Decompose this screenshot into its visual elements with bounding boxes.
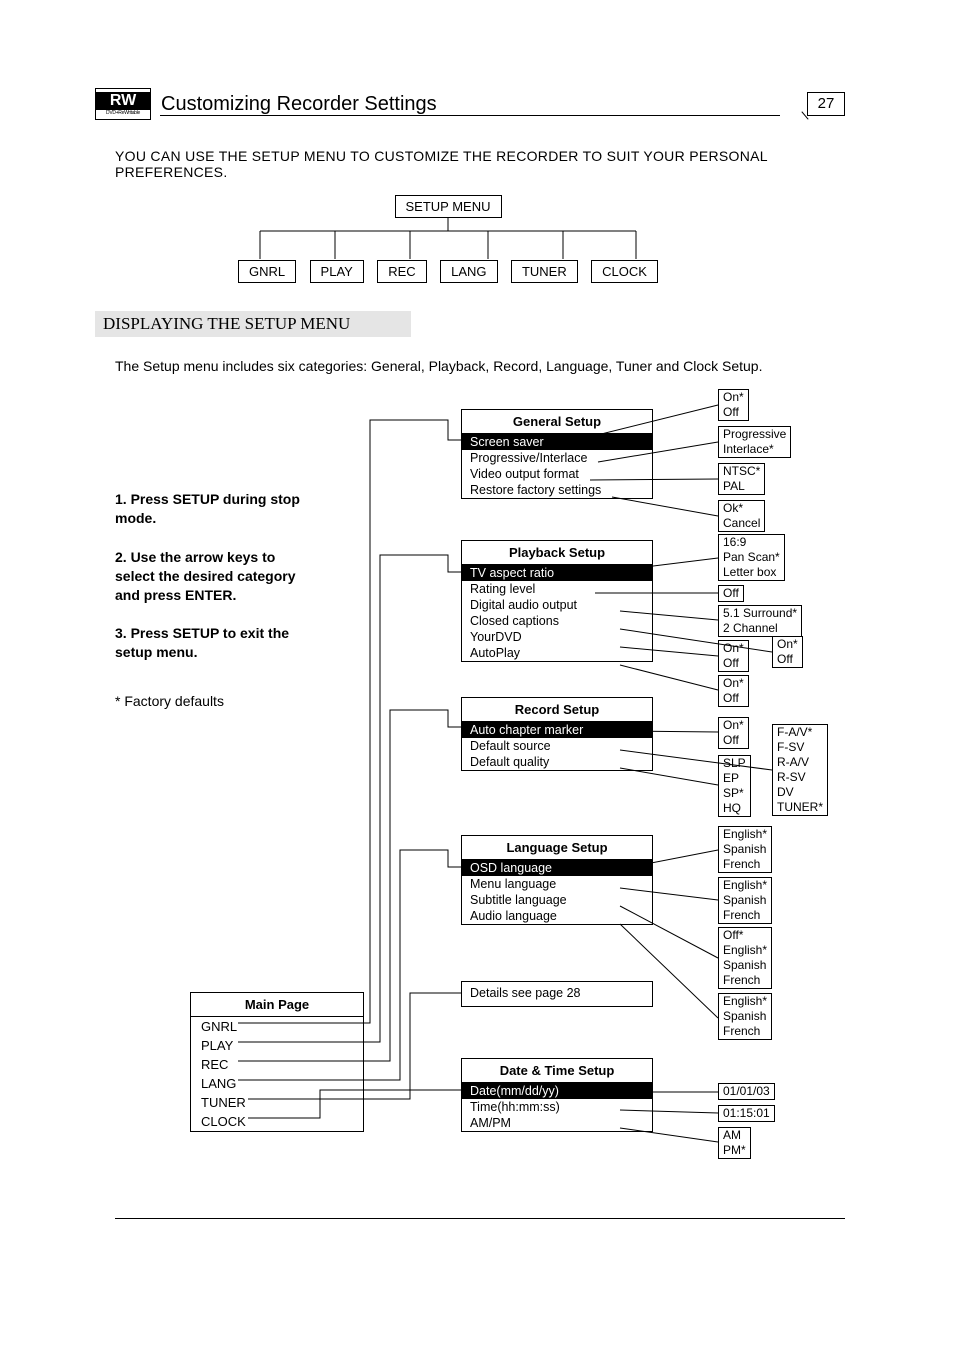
opt-digital-audio: 5.1 Surround*2 Channel: [718, 605, 802, 637]
opt-prog-inter: ProgressiveInterlace*: [718, 426, 791, 458]
step-1: 1. Press SETUP during stop mode.: [115, 490, 305, 528]
opt-audio-lang: English*SpanishFrench: [718, 993, 772, 1040]
tree-leaf-lang: LANG: [440, 260, 497, 283]
opt-time: 01:15:01: [718, 1105, 775, 1122]
opt-default-source: F-A/V*F-SV R-A/VR-SV DVTUNER*: [772, 724, 828, 816]
general-setup-title: General Setup: [462, 410, 652, 434]
section-paragraph: The Setup menu includes six categories: …: [115, 358, 763, 374]
page-number: 27: [807, 92, 845, 116]
intro-text: YOU CAN USE THE SETUP MENU TO CUSTOMIZE …: [115, 148, 795, 180]
opt-subtitle-lang: Off*English* SpanishFrench: [718, 927, 772, 989]
record-setup-box: Record Setup Auto chapter marker Default…: [461, 697, 653, 771]
main-item-lang: LANG: [191, 1074, 363, 1093]
main-item-rec: REC: [191, 1055, 363, 1074]
tree-leaf-gnrl: GNRL: [238, 260, 296, 283]
main-item-play: PLAY: [191, 1036, 363, 1055]
playback-digital-audio: Digital audio output: [462, 597, 652, 613]
language-osd: OSD language: [462, 860, 652, 876]
main-item-gnrl: GNRL: [191, 1017, 363, 1036]
language-setup-title: Language Setup: [462, 836, 652, 860]
main-item-clock: CLOCK: [191, 1112, 363, 1131]
opt-autoplay: On*Off: [718, 675, 749, 707]
clock-ampm: AM/PM: [462, 1115, 652, 1131]
factory-defaults-note: * Factory defaults: [115, 692, 305, 711]
footer-rule: [115, 1218, 845, 1219]
clock-setup-box: Date & Time Setup Date(mm/dd/yy) Time(hh…: [461, 1058, 653, 1132]
setup-menu-tree: SETUP MENU GNRL PLAY REC LANG TUNER CLOC…: [238, 195, 658, 283]
record-auto-chapter: Auto chapter marker: [462, 722, 652, 738]
playback-yourdvd: YourDVD: [462, 629, 652, 645]
main-item-tuner: TUNER: [191, 1093, 363, 1112]
language-menu: Menu language: [462, 876, 652, 892]
opt-closed-captions: On*Off: [772, 636, 803, 668]
opt-osd-lang: English*SpanishFrench: [718, 826, 772, 873]
playback-setup-box: Playback Setup TV aspect ratio Rating le…: [461, 540, 653, 662]
record-default-quality: Default quality: [462, 754, 652, 770]
language-setup-box: Language Setup OSD language Menu languag…: [461, 835, 653, 925]
playback-tv-aspect: TV aspect ratio: [462, 565, 652, 581]
opt-date: 01/01/03: [718, 1083, 775, 1100]
record-setup-title: Record Setup: [462, 698, 652, 722]
general-restore: Restore factory settings: [462, 482, 652, 498]
tree-leaf-play: PLAY: [310, 260, 364, 283]
opt-menu-lang: English*SpanishFrench: [718, 877, 772, 924]
opt-auto-chapter: On*Off: [718, 717, 749, 749]
tree-leaf-rec: REC: [377, 260, 426, 283]
general-setup-box: General Setup Screen saver Progressive/I…: [461, 409, 653, 499]
playback-closed-captions: Closed captions: [462, 613, 652, 629]
step-2: 2. Use the arrow keys to select the desi…: [115, 548, 305, 605]
clock-date: Date(mm/dd/yy): [462, 1083, 652, 1099]
opt-screen-saver: On*Off: [718, 389, 749, 421]
playback-autoplay: AutoPlay: [462, 645, 652, 661]
badge-small: DVD+ReWritable: [106, 110, 140, 116]
main-page-title: Main Page: [191, 993, 363, 1017]
language-subtitle: Subtitle language: [462, 892, 652, 908]
opt-ampm: AMPM*: [718, 1127, 751, 1159]
badge-big: RW: [96, 92, 150, 110]
step-3: 3. Press SETUP to exit the setup menu.: [115, 624, 305, 662]
main-page-box: Main Page GNRL PLAY REC LANG TUNER CLOCK: [190, 992, 364, 1132]
tree-root: SETUP MENU: [395, 195, 502, 218]
playback-rating: Rating level: [462, 581, 652, 597]
tuner-detail-text: Details see page 28: [462, 982, 652, 1004]
clock-setup-title: Date & Time Setup: [462, 1059, 652, 1083]
opt-yourdvd: On*Off: [718, 640, 749, 672]
tree-leaf-tuner: TUNER: [511, 260, 578, 283]
language-audio: Audio language: [462, 908, 652, 924]
record-default-source: Default source: [462, 738, 652, 754]
tree-leaf-clock: CLOCK: [591, 260, 658, 283]
tuner-detail-box: Details see page 28: [461, 981, 653, 1007]
clock-time: Time(hh:mm:ss): [462, 1099, 652, 1115]
general-progressive: Progressive/Interlace: [462, 450, 652, 466]
general-video-output: Video output format: [462, 466, 652, 482]
opt-restore: Ok*Cancel: [718, 500, 765, 532]
header-rule: [160, 115, 780, 116]
opt-default-quality: SLPEP SP*HQ: [718, 755, 751, 817]
instruction-steps: 1. Press SETUP during stop mode. 2. Use …: [115, 490, 305, 711]
opt-video-out: NTSC*PAL: [718, 463, 765, 495]
general-screen-saver: Screen saver: [462, 434, 652, 450]
opt-rating: Off: [718, 585, 744, 602]
section-heading: DISPLAYING THE SETUP MENU: [95, 311, 411, 337]
rw-badge-icon: RW DVD+ReWritable: [95, 88, 151, 120]
playback-setup-title: Playback Setup: [462, 541, 652, 565]
page-title: Customizing Recorder Settings: [161, 93, 807, 116]
opt-tv-aspect: 16:9Pan Scan*Letter box: [718, 534, 785, 581]
